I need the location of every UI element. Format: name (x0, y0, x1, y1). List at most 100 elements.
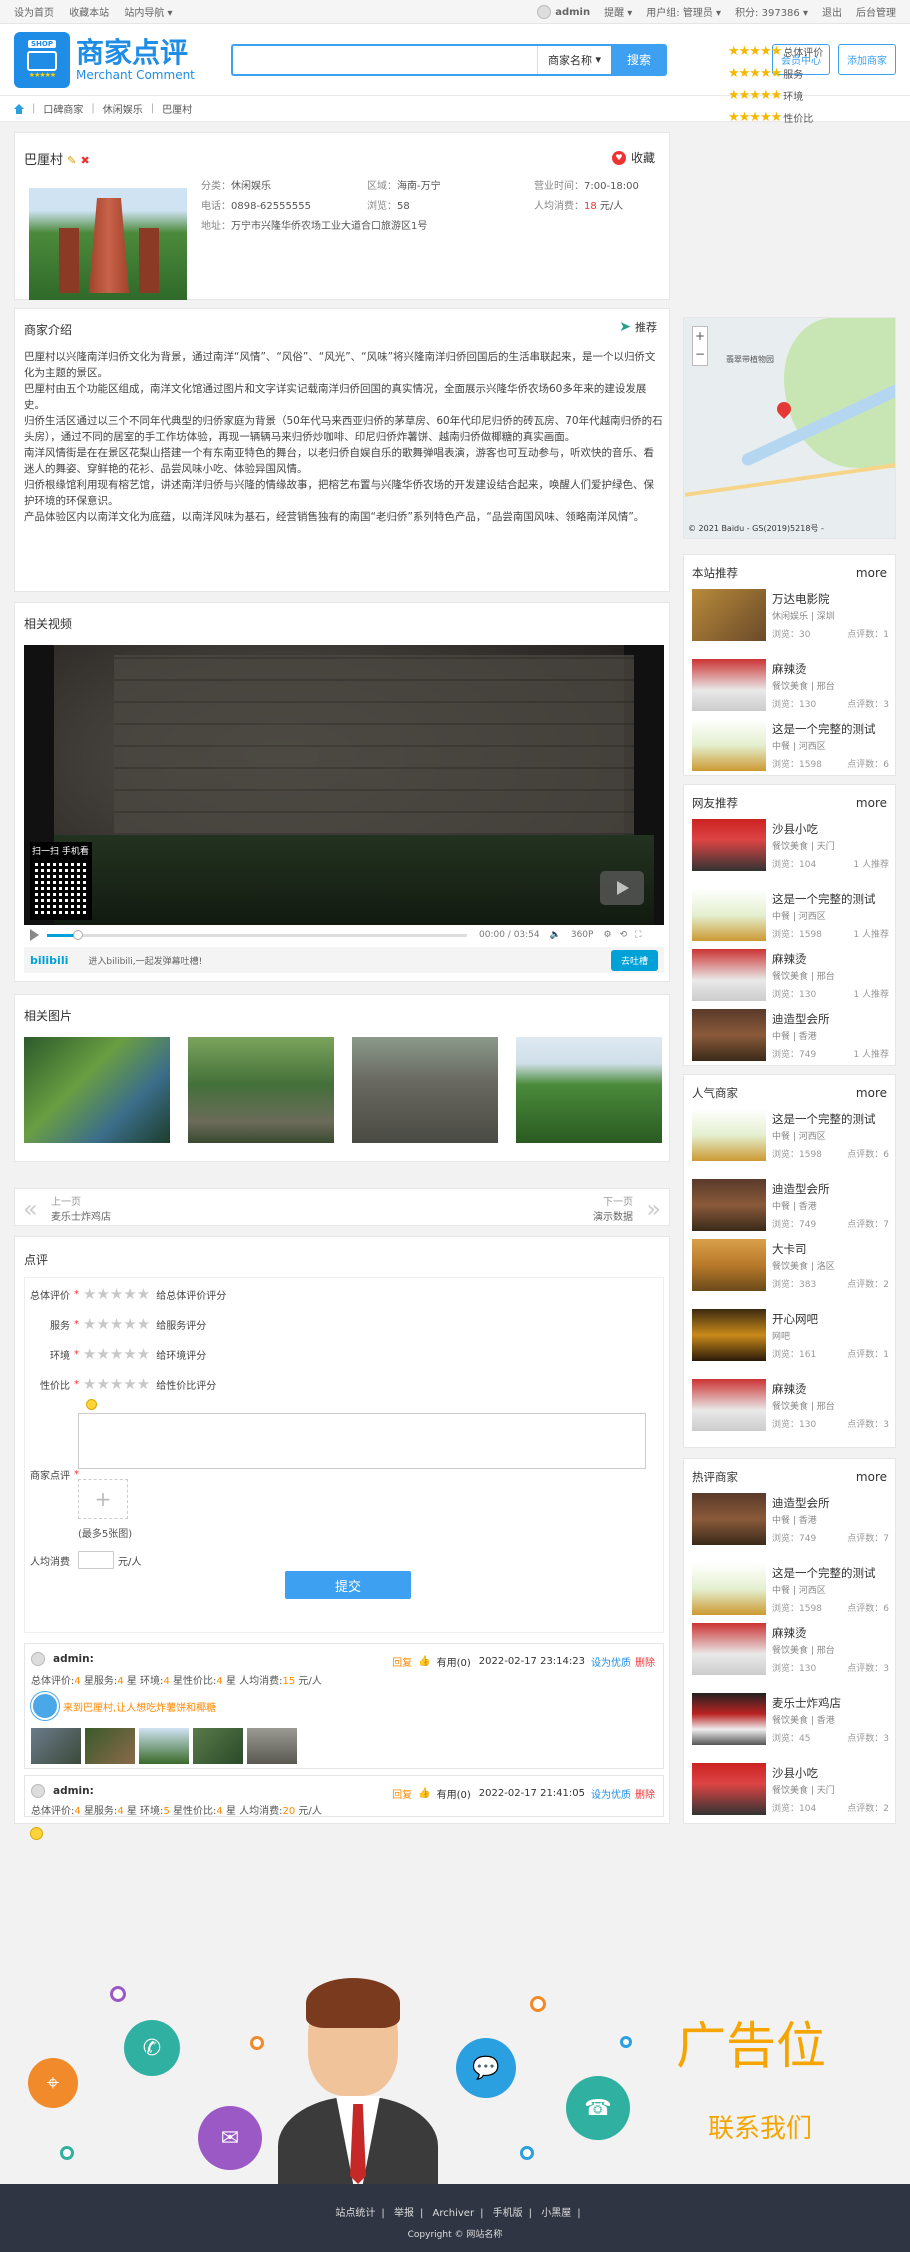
review-photo[interactable] (193, 1728, 243, 1764)
reply-button[interactable]: 回复 (392, 1786, 412, 1801)
list-item[interactable]: 开心网吧 网吧 浏览：161 点评数：1 (692, 1309, 889, 1365)
settings-icon[interactable]: ⚙ (603, 930, 611, 940)
list-item[interactable]: 迪造型会所 中餐 | 香港 浏览：749 1 人推荐 (692, 1009, 889, 1065)
useful-button[interactable]: 有用(0) (437, 1654, 471, 1669)
star-icon: ★★★★★ (728, 65, 782, 81)
list-item[interactable]: 这是一个完整的测试 中餐 | 河西区 浏览：1598 1 人推荐 (692, 889, 889, 945)
list-item[interactable]: 麻辣烫 餐饮美食 | 邢台 浏览：130 点评数：3 (692, 1623, 889, 1679)
tv-icon[interactable] (600, 871, 644, 905)
progress-knob[interactable] (73, 929, 83, 940)
recommend-button[interactable]: ➤ 推荐 (619, 319, 657, 335)
quality-button[interactable]: 360P (571, 930, 594, 940)
set-best-button[interactable]: 设为优质 (591, 1654, 631, 1669)
footer-link[interactable]: 手机版 (493, 2208, 523, 2219)
footer-link[interactable]: 小黑屋 (541, 2208, 571, 2219)
set-home-link[interactable]: 设为首页 (14, 8, 54, 19)
thumbs-up-icon[interactable]: 👍 (418, 1656, 430, 1667)
site-nav-link[interactable]: 站内导航 ▾ (124, 8, 172, 19)
logo[interactable]: SHOP ★★★★★ 商家点评 Merchant Comment (14, 31, 219, 88)
list-item[interactable]: 大卡司 餐饮美食 | 洛区 浏览：383 点评数：2 (692, 1239, 889, 1295)
gallery-photo[interactable] (188, 1037, 334, 1143)
add-shop-button[interactable]: 添加商家 (838, 44, 896, 75)
list-item[interactable]: 麦乐士炸鸡店 餐饮美食 | 香港 浏览：45 点评数：3 (692, 1693, 889, 1749)
comment-textarea[interactable] (78, 1413, 646, 1469)
breadcrumb-item[interactable]: 巴厘村 (162, 101, 192, 116)
logout-link[interactable]: 退出 (822, 4, 842, 19)
search-button[interactable]: 搜索 (611, 43, 667, 76)
chevron-right-icon[interactable]: » (646, 1195, 661, 1223)
video-player[interactable]: 扫一扫 手机看 (24, 645, 664, 925)
delete-button[interactable]: 删除 (635, 1654, 655, 1669)
useful-button[interactable]: 有用(0) (437, 1786, 471, 1801)
points-link[interactable]: 积分: 397386 ▾ (735, 4, 808, 19)
more-link[interactable]: more (856, 1470, 887, 1484)
gallery-photo[interactable] (352, 1037, 498, 1143)
more-link[interactable]: more (856, 566, 887, 580)
gallery-photo[interactable] (24, 1037, 170, 1143)
ad-banner[interactable]: ⌖ ✆ ✉ 💬 ☎ 广告位 联系我们 (0, 1976, 910, 2184)
usergroup-link[interactable]: 用户组: 管理员 ▾ (646, 4, 721, 19)
home-icon[interactable] (14, 103, 24, 114)
volume-icon[interactable]: 🔈 (550, 930, 561, 940)
list-item[interactable]: 迪造型会所 中餐 | 香港 浏览：749 点评数：7 (692, 1179, 889, 1235)
map-zoom-control[interactable]: + − (692, 326, 708, 366)
bookmark-link[interactable]: 收藏本站 (69, 8, 109, 19)
admin-panel-link[interactable]: 后台管理 (856, 4, 896, 19)
list-item[interactable]: 这是一个完整的测试 中餐 | 河西区 浏览：1598 点评数：6 (692, 1109, 889, 1165)
video-title: 相关视频 (24, 617, 73, 631)
star-rating-input[interactable]: ★★★★★ (83, 1345, 150, 1363)
set-best-button[interactable]: 设为优质 (591, 1786, 631, 1801)
video-progress[interactable] (47, 929, 467, 940)
list-item[interactable]: 迪造型会所 中餐 | 香港 浏览：749 点评数：7 (692, 1493, 889, 1549)
danmaku-input[interactable]: 进入bilibili,一起发弹幕吐槽! (88, 954, 202, 967)
review-photo[interactable] (247, 1728, 297, 1764)
map[interactable]: + − 翡翠带植物园 © 2021 Baidu - GS(2019)5218号 - (683, 317, 896, 539)
shop-photo[interactable] (29, 188, 187, 300)
emoji-icon[interactable] (86, 1399, 97, 1410)
list-item[interactable]: 万达电影院 休闲娱乐 | 深圳 浏览：30 点评数：1 (692, 589, 889, 645)
delete-button[interactable]: 删除 (635, 1786, 655, 1801)
more-link[interactable]: more (856, 1086, 887, 1100)
search-input[interactable]: 商家名称 ▾ (231, 43, 611, 76)
chevron-left-icon[interactable]: « (23, 1195, 38, 1223)
star-rating-input[interactable]: ★★★★★ (83, 1285, 150, 1303)
list-item[interactable]: 沙县小吃 餐饮美食 | 天门 浏览：104 1 人推荐 (692, 819, 889, 875)
upload-image-button[interactable]: + (78, 1479, 128, 1519)
star-rating-input[interactable]: ★★★★★ (83, 1315, 150, 1333)
list-item[interactable]: 这是一个完整的测试 中餐 | 河西区 浏览：1598 点评数：6 (692, 1563, 889, 1619)
list-item[interactable]: 麻辣烫 餐饮美食 | 邢台 浏览：130 点评数：3 (692, 659, 889, 715)
list-item[interactable]: 这是一个完整的测试 中餐 | 河西区 浏览：1598 点评数：6 (692, 719, 889, 775)
footer-link[interactable]: 举报 (394, 2208, 414, 2219)
footer-link[interactable]: 站点统计 (335, 2208, 375, 2219)
list-item[interactable]: 麻辣烫 餐饮美食 | 邢台 浏览：130 点评数：3 (692, 1379, 889, 1435)
reply-button[interactable]: 回复 (392, 1654, 412, 1669)
fullscreen-icon[interactable]: ⛶ (635, 930, 641, 940)
list-item[interactable]: 沙县小吃 餐饮美食 | 天门 浏览：104 点评数：2 (692, 1763, 889, 1819)
star-rating-input[interactable]: ★★★★★ (83, 1375, 150, 1393)
intro-text: 巴厘村以兴隆南洋归侨文化为背景，通过南洋“风情”、“风俗”、“风光”、“风味”将… (24, 349, 664, 525)
search-type-select[interactable]: 商家名称 ▾ (537, 45, 611, 74)
user-menu[interactable]: admin (537, 4, 590, 19)
edit-icon[interactable]: ✎ (67, 154, 76, 167)
more-link[interactable]: more (856, 796, 887, 810)
review-photo[interactable] (31, 1728, 81, 1764)
breadcrumb-item[interactable]: 口碑商家 (43, 101, 83, 116)
collect-button[interactable]: ♥ 收藏 (611, 149, 655, 166)
avg-price-input[interactable] (78, 1551, 114, 1569)
danmaku-button[interactable]: 去吐槽 (610, 949, 658, 971)
delete-icon[interactable]: ✖ (81, 154, 90, 167)
breadcrumb-item[interactable]: 休闲娱乐 (103, 101, 143, 116)
remind-link[interactable]: 提醒 ▾ (604, 4, 632, 19)
thumbs-up-icon[interactable]: 👍 (418, 1788, 430, 1799)
prev-link[interactable]: 上一页 麦乐士炸鸡店 (51, 1193, 111, 1223)
submit-button[interactable]: 提交 (285, 1571, 411, 1599)
loop-icon[interactable]: ⟲ (620, 930, 628, 940)
footer-link[interactable]: Archiver (433, 2208, 475, 2219)
list-item[interactable]: 麻辣烫 餐饮美食 | 邢台 浏览：130 1 人推荐 (692, 949, 889, 1005)
next-link[interactable]: 下一页 演示数据 (593, 1193, 633, 1223)
review-photo[interactable] (139, 1728, 189, 1764)
review-photo[interactable] (85, 1728, 135, 1764)
play-icon[interactable] (30, 929, 39, 941)
map-label: 翡翠带植物园 (726, 355, 774, 364)
gallery-photo[interactable] (516, 1037, 662, 1143)
